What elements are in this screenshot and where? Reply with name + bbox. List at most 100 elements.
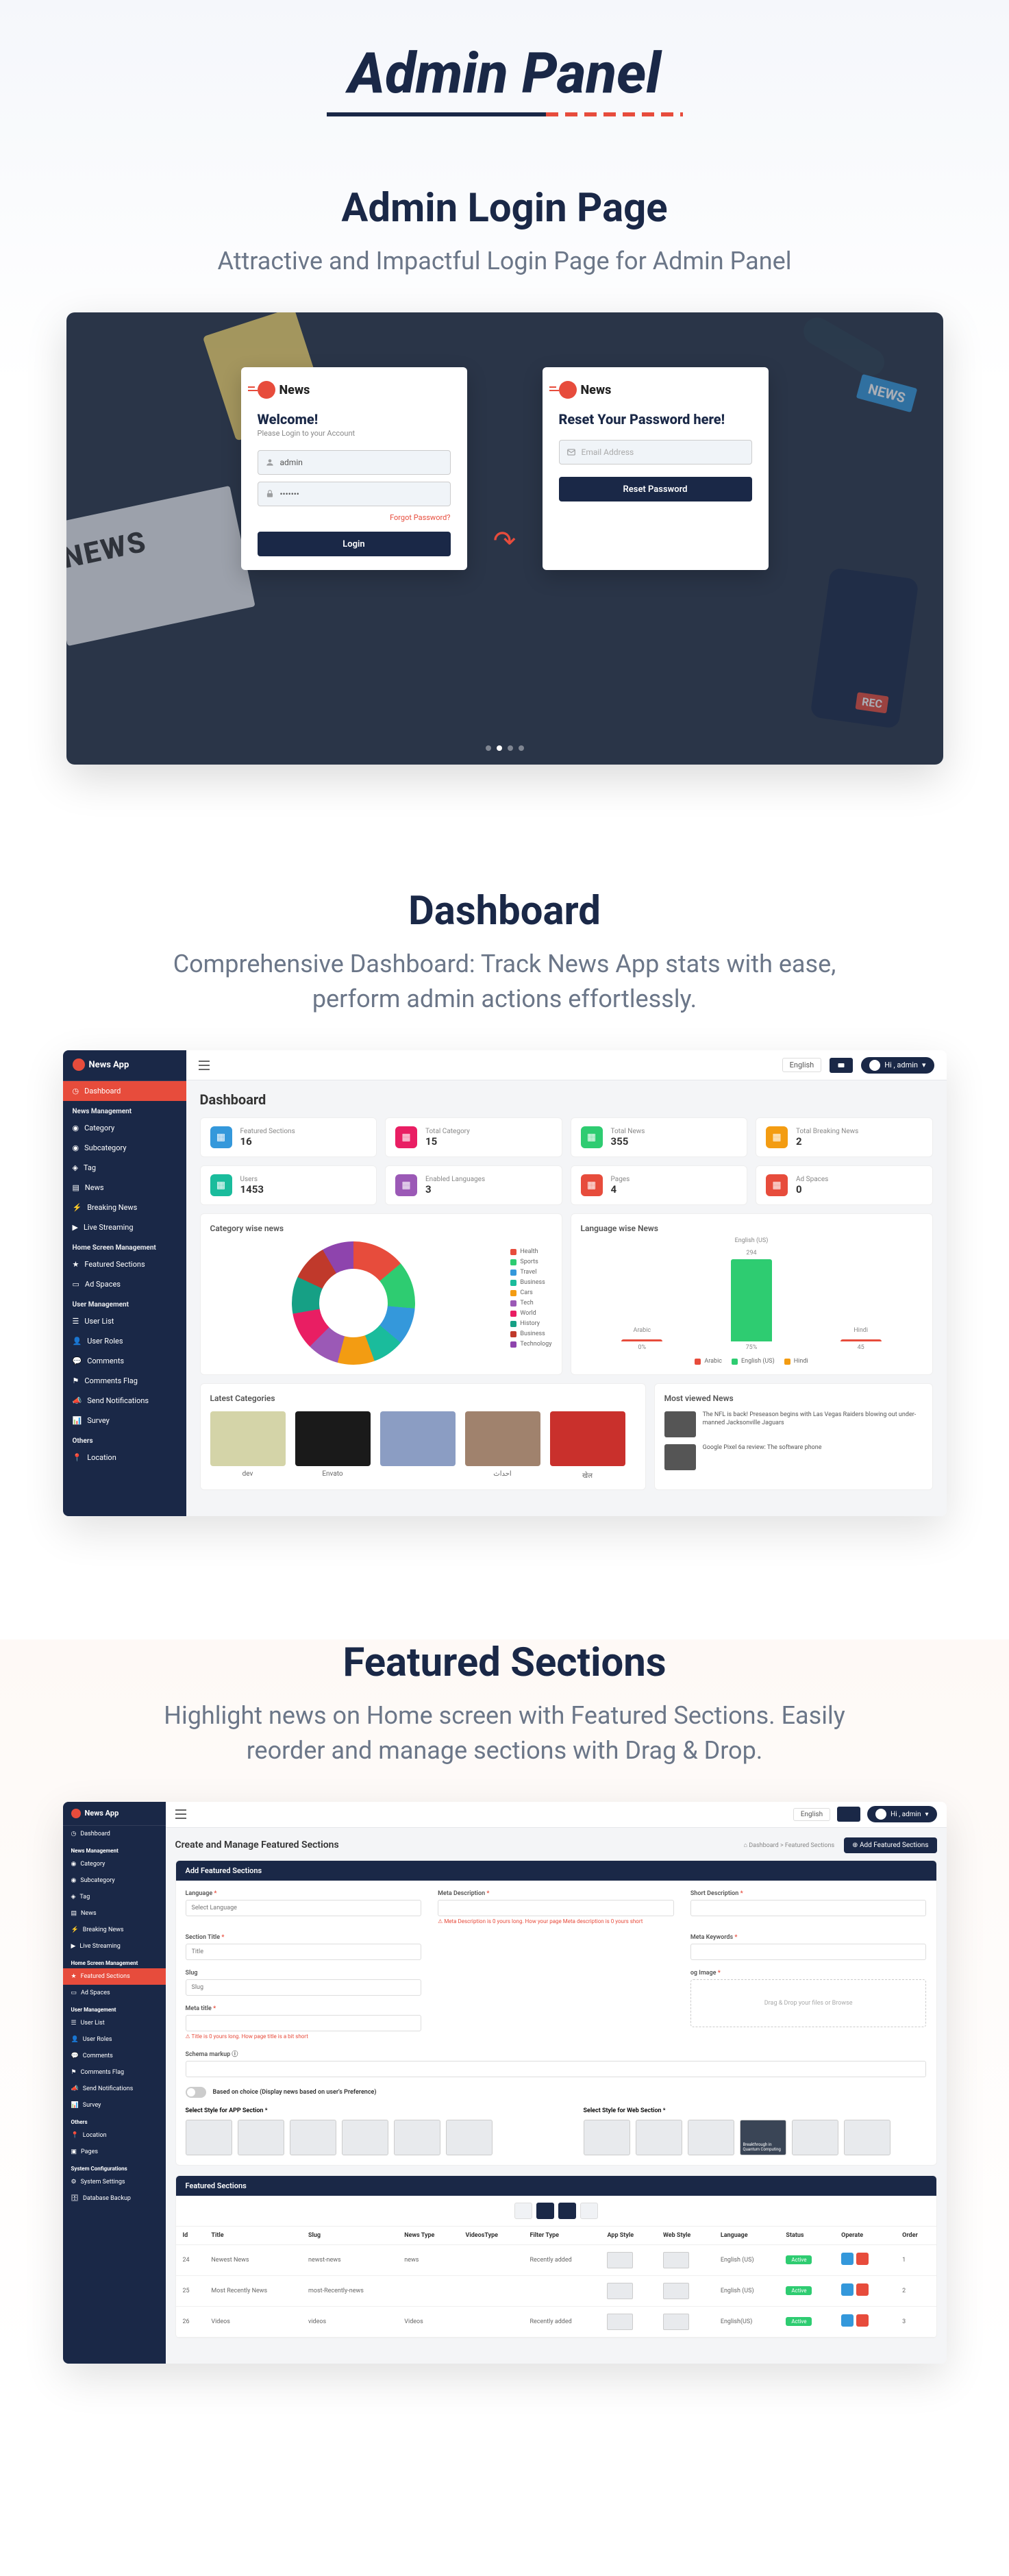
password-input[interactable]: ••••••• xyxy=(258,482,451,506)
stat-card: ▦Ad Spaces0 xyxy=(756,1165,933,1205)
sidebar-item-commentsflag[interactable]: ⚑Comments Flag xyxy=(63,2064,166,2081)
sidebar-item-comments[interactable]: 💬Comments xyxy=(63,1351,186,1371)
user-menu[interactable]: Hi , admin▾ xyxy=(861,1057,934,1074)
login-panel: News Welcome! Please Login to your Accou… xyxy=(241,367,467,570)
news-icon: ▤ xyxy=(73,1183,79,1192)
section-featured: Featured Sections Highlight news on Home… xyxy=(0,1639,1009,2364)
sidebar-item-pages[interactable]: ▣Pages xyxy=(63,2144,166,2160)
delete-button[interactable] xyxy=(856,2283,869,2296)
reset-password-button[interactable]: Reset Password xyxy=(559,477,752,501)
sidebar-item-category[interactable]: ◉Category xyxy=(63,1118,186,1138)
sidebar-group-user: User Management xyxy=(63,1294,186,1311)
gear-icon: ⚙ xyxy=(71,2179,77,2185)
edit-button[interactable] xyxy=(841,2283,854,2296)
theme-toggle[interactable] xyxy=(830,1058,853,1073)
sidebar-item-news[interactable]: ▤News xyxy=(63,1178,186,1198)
user-menu[interactable]: Hi , admin▾ xyxy=(867,1806,936,1822)
section-title-input[interactable] xyxy=(186,1944,422,1960)
sidebar-item-survey[interactable]: 📊Survey xyxy=(63,2097,166,2114)
theme-toggle[interactable] xyxy=(837,1807,860,1822)
sidebar-item-featured[interactable]: ★Featured Sections xyxy=(63,1254,186,1274)
meta-keywords-input[interactable] xyxy=(690,1944,927,1960)
sidebar-item-notifications[interactable]: 📣Send Notifications xyxy=(63,2081,166,2097)
app-style-options[interactable] xyxy=(186,2120,529,2155)
category-card[interactable]: احداث xyxy=(465,1411,540,1480)
sidebar-item-userlist[interactable]: ☰User List xyxy=(63,1311,186,1331)
sidebar-item-notifications[interactable]: 📣Send Notifications xyxy=(63,1391,186,1411)
carousel-dots[interactable] xyxy=(486,745,524,751)
sidebar-item-tag[interactable]: ◈Tag xyxy=(63,1158,186,1178)
sidebar-item-breaking[interactable]: ⚡Breaking News xyxy=(63,1922,166,1938)
sidebar-item-location[interactable]: 📍Location xyxy=(63,2127,166,2144)
breadcrumb: ⌂ Dashboard > Featured Sections xyxy=(744,1842,835,1849)
sidebar-group-news: News Management xyxy=(63,1101,186,1118)
phone-illustration: REC xyxy=(810,567,919,729)
category-card[interactable]: Envato xyxy=(295,1411,371,1480)
star-icon: ★ xyxy=(73,1260,79,1269)
sidebar-item-dashboard[interactable]: ◷Dashboard xyxy=(63,1826,166,1842)
title-underline xyxy=(0,112,1009,116)
schema-markup-input[interactable] xyxy=(186,2061,927,2077)
image-dropzone[interactable]: Drag & Drop your files or Browse xyxy=(690,1979,927,2027)
sidebar-group-others: Others xyxy=(63,1431,186,1448)
email-input[interactable]: Email Address xyxy=(559,440,752,465)
menu-toggle[interactable] xyxy=(175,1809,186,1819)
sidebar-item-comments[interactable]: 💬Comments xyxy=(63,2048,166,2064)
sidebar-item-live[interactable]: ▶Live Streaming xyxy=(63,1217,186,1237)
stats-grid: ▦Featured Sections16▦Total Category15▦To… xyxy=(200,1117,933,1205)
sidebar-item-commentsflag[interactable]: ⚑Comments Flag xyxy=(63,1371,186,1391)
edit-button[interactable] xyxy=(841,2314,854,2327)
sidebar-item-location[interactable]: 📍Location xyxy=(63,1448,186,1467)
add-featured-button[interactable]: ⊕ Add Featured Sections xyxy=(844,1837,936,1853)
username-input[interactable]: admin xyxy=(258,450,451,475)
category-card[interactable]: dev xyxy=(210,1411,286,1480)
sidebar-item-adspaces[interactable]: ▭Ad Spaces xyxy=(63,1985,166,2001)
language-selector[interactable]: English xyxy=(782,1058,822,1072)
meta-description-input[interactable] xyxy=(438,1900,674,1916)
export-button[interactable] xyxy=(580,2203,598,2219)
preference-toggle[interactable] xyxy=(186,2087,206,2098)
sidebar-item-breaking[interactable]: ⚡Breaking News xyxy=(63,1198,186,1217)
logo: News xyxy=(258,381,451,399)
menu-toggle[interactable] xyxy=(199,1061,210,1070)
sidebar-item-featured[interactable]: ★Featured Sections xyxy=(63,1968,166,1985)
sidebar-item-subcategory[interactable]: ◉Subcategory xyxy=(63,1138,186,1158)
sidebar-item-db-backup[interactable]: 🗄Database Backup xyxy=(63,2190,166,2207)
sidebar-item-system-settings[interactable]: ⚙System Settings xyxy=(63,2174,166,2190)
sidebar-item-dashboard[interactable]: ◷Dashboard xyxy=(63,1081,186,1101)
sidebar-item-subcategory[interactable]: ◉Subcategory xyxy=(63,1872,166,1889)
filter-button[interactable] xyxy=(514,2203,532,2219)
most-viewed-item[interactable]: The NFL is back! Preseason begins with L… xyxy=(664,1411,923,1437)
sidebar-item-news[interactable]: ▤News xyxy=(63,1905,166,1922)
sidebar-item-userroles[interactable]: 👤User Roles xyxy=(63,2031,166,2048)
edit-button[interactable] xyxy=(841,2253,854,2265)
meta-title-input[interactable] xyxy=(186,2015,422,2031)
forgot-password-link[interactable]: Forgot Password? xyxy=(258,513,451,522)
sidebar-item-category[interactable]: ◉Category xyxy=(63,1856,166,1872)
slug-input[interactable] xyxy=(186,1979,422,1996)
sidebar-item-tag[interactable]: ◈Tag xyxy=(63,1889,166,1905)
columns-button[interactable] xyxy=(558,2203,576,2219)
sidebar-logo: News App xyxy=(63,1802,166,1826)
reset-password-panel: News Reset Your Password here! Email Add… xyxy=(543,367,769,570)
language-select[interactable] xyxy=(186,1900,422,1916)
short-description-input[interactable] xyxy=(690,1900,927,1916)
sidebar-item-userlist[interactable]: ☰User List xyxy=(63,2015,166,2031)
dashboard-screenshot: News App ◷Dashboard News Management ◉Cat… xyxy=(63,1050,947,1516)
login-button[interactable]: Login xyxy=(258,532,451,556)
main-title: Admin Panel xyxy=(0,41,1009,107)
language-selector[interactable]: English xyxy=(793,1808,830,1821)
delete-button[interactable] xyxy=(856,2253,869,2265)
sidebar-item-survey[interactable]: 📊Survey xyxy=(63,1411,186,1431)
category-card[interactable]: खेल xyxy=(550,1411,625,1480)
category-card[interactable] xyxy=(380,1411,456,1480)
sidebar-item-userroles[interactable]: 👤User Roles xyxy=(63,1331,186,1351)
delete-button[interactable] xyxy=(856,2314,869,2327)
web-style-options[interactable]: Breakthrough in Quantum Computing xyxy=(584,2120,927,2155)
sidebar-item-live[interactable]: ▶Live Streaming xyxy=(63,1938,166,1955)
ad-icon: ▭ xyxy=(73,1280,79,1289)
sidebar-item-adspaces[interactable]: ▭Ad Spaces xyxy=(63,1274,186,1294)
most-viewed-item[interactable]: Google Pixel 6a review: The software pho… xyxy=(664,1444,923,1470)
star-icon: ★ xyxy=(71,1973,77,1980)
refresh-button[interactable] xyxy=(536,2203,554,2219)
